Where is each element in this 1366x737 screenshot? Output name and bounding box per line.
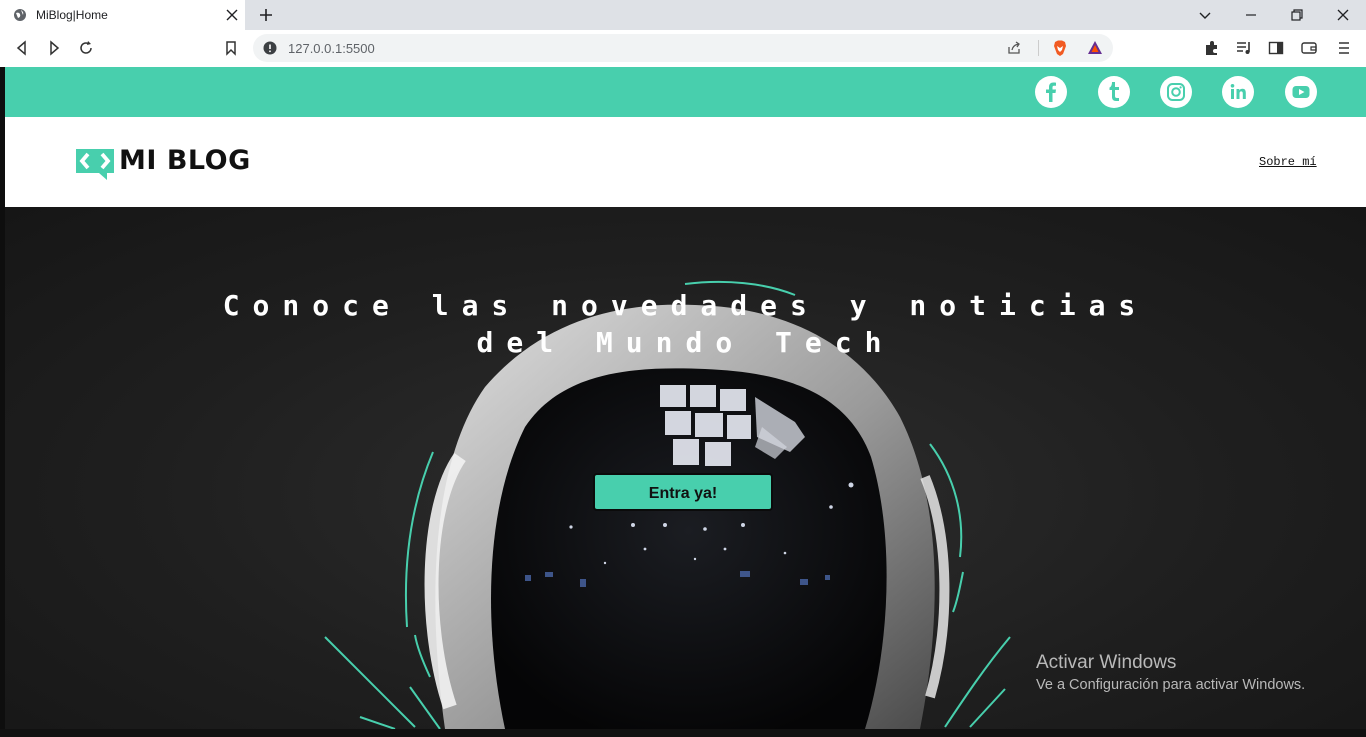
hero-section: Conoce las novedades y noticias del Mund… [5,207,1366,729]
window-close-icon[interactable] [1333,5,1353,25]
restore-icon[interactable] [1287,5,1307,25]
forward-icon[interactable] [45,39,63,57]
address-bar[interactable]: 127.0.0.1:5500 [253,34,1113,62]
close-icon[interactable] [225,8,239,22]
windows-activation-watermark: Activar Windows Ve a Configuración para … [1036,652,1305,693]
code-bubble-logo-icon[interactable] [74,147,116,181]
watermark-title: Activar Windows [1036,652,1177,673]
youtube-icon[interactable] [1285,76,1317,108]
minimize-icon[interactable] [1241,5,1261,25]
tumblr-icon[interactable] [1098,76,1130,108]
tab-strip: MiBlog|Home [0,0,1366,30]
social-bar [5,67,1366,117]
sidebar-icon[interactable] [1267,39,1285,57]
separator [1038,40,1039,56]
astronaut-helmet-image [324,280,1011,729]
back-icon[interactable] [13,39,31,57]
wallet-icon[interactable] [1300,39,1318,57]
extensions-icon[interactable] [1203,39,1221,57]
plus-icon[interactable] [257,6,275,24]
taskbar-edge [0,729,1366,737]
bookmark-icon[interactable] [222,39,240,57]
chevron-down-icon[interactable] [1195,5,1215,25]
reload-icon[interactable] [77,39,95,57]
menu-icon[interactable] [1335,39,1353,57]
playlist-icon[interactable] [1235,39,1253,57]
brave-rewards-icon[interactable] [1086,39,1104,57]
instagram-icon[interactable] [1160,76,1192,108]
share-icon[interactable] [1006,40,1022,56]
facebook-icon[interactable] [1035,76,1067,108]
site-header: MI BLOG Sobre mí [5,117,1366,207]
globe-icon [14,9,26,21]
tab-title: MiBlog|Home [36,8,108,22]
site-logo-text[interactable]: MI BLOG [119,145,251,176]
web-page: MI BLOG Sobre mí Conoce las novedades y … [5,67,1366,729]
hero-title: Conoce las novedades y noticias del Mund… [222,289,1149,359]
brave-shields-icon[interactable] [1051,39,1069,57]
browser-tab[interactable]: MiBlog|Home [0,0,245,30]
linkedin-icon[interactable] [1222,76,1254,108]
nav-link-sobre-mi[interactable]: Sobre mí [1259,155,1317,169]
watermark-subtitle: Ve a Configuración para activar Windows. [1036,677,1306,693]
entra-ya-button[interactable]: Entra ya! [593,473,773,511]
browser-toolbar: 127.0.0.1:5500 [0,30,1366,68]
info-icon[interactable] [263,41,277,55]
url-text: 127.0.0.1:5500 [288,41,375,56]
